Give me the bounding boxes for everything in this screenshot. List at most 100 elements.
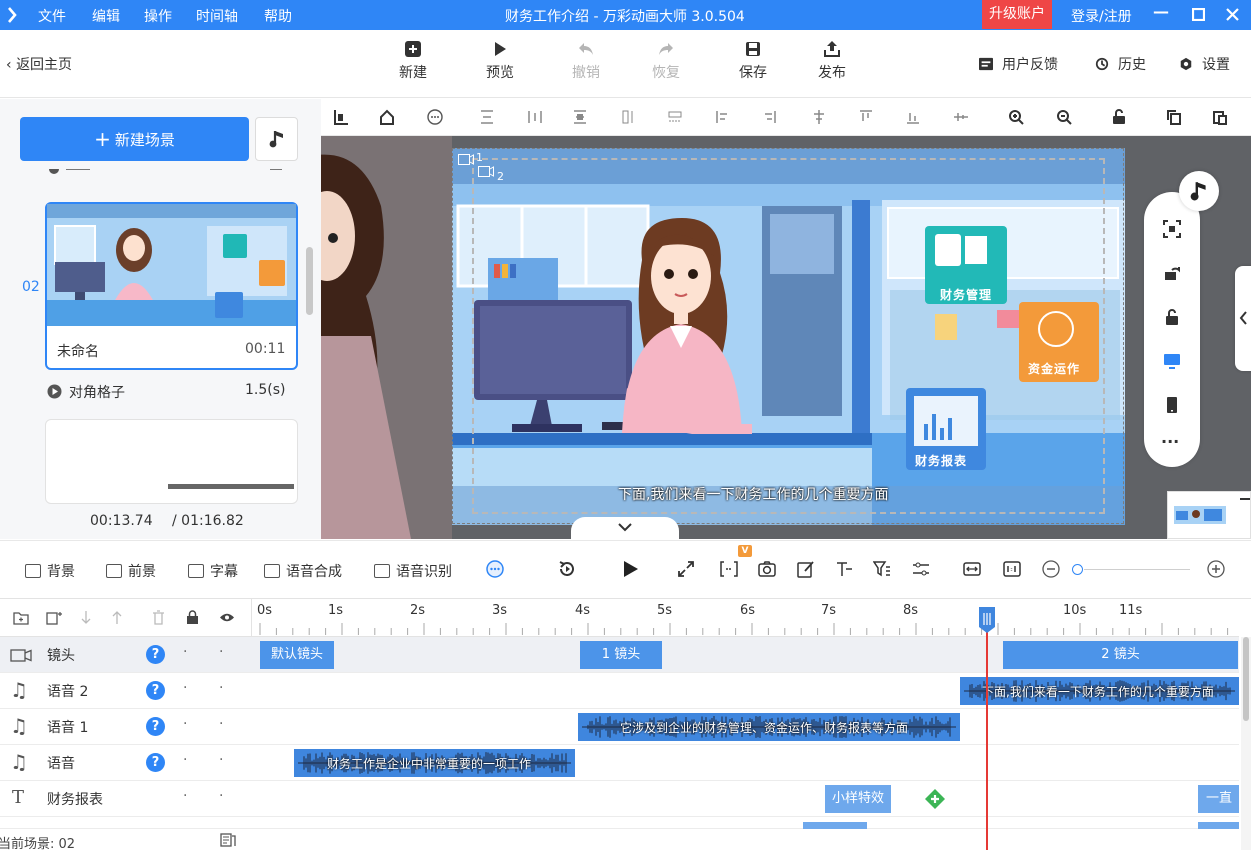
more-circle-icon[interactable] [486,560,504,578]
track-dot[interactable]: · [219,716,223,732]
more-icon[interactable]: ··· [1161,432,1179,451]
track-voice-1[interactable]: ♫ 语音 1 ? · · [0,709,252,745]
camera-clip-1[interactable]: 1 镜头 [580,641,662,669]
track-dot[interactable]: · [183,680,187,696]
time-ruler[interactable]: 0s 1s 2s 3s 4s 5s 6s 7s 8s 10s 11s [252,599,1239,637]
path-icon[interactable] [912,560,930,578]
align-vcenter-icon[interactable] [527,109,543,125]
eye-icon[interactable] [219,612,235,623]
mini-preview[interactable] [1167,491,1251,539]
track-dot[interactable]: · [183,788,187,804]
align-right-icon[interactable] [761,109,777,125]
save-button[interactable]: 保存 [728,40,778,82]
actual-size-icon[interactable] [1003,560,1021,578]
move-down-icon[interactable] [80,610,92,625]
transition-row[interactable]: 对角格子 1.5(s) [47,381,297,401]
align-top-icon[interactable] [479,109,495,125]
menu-edit[interactable]: 编辑 [92,6,120,26]
unlock-icon[interactable] [1111,109,1127,125]
zoom-out-icon[interactable] [1056,109,1072,125]
scene-canvas[interactable]: 财务管理 资金运作 财务报表 1 2 下面,我们来看一下财务工作的几个重要方面 [452,148,1125,525]
publish-button[interactable]: 发布 [807,40,857,82]
fit-screen-icon[interactable] [1163,220,1181,238]
voice-2-clip[interactable]: 下面,我们来看一下财务工作的几个重要方面 [960,677,1239,705]
new-scene-button[interactable]: + 新建场景 [20,117,249,161]
effect-clip[interactable]: 小样特效 [825,785,891,813]
add-track-icon[interactable] [46,611,62,625]
maximize-icon[interactable] [1192,8,1205,21]
camera-clip-2[interactable]: 2 镜头 [1003,641,1238,669]
background-button[interactable]: 背景 [25,561,75,581]
straight-clip[interactable]: 一直 [1198,785,1239,813]
menu-help[interactable]: 帮助 [264,6,292,26]
zoom-in-timeline-icon[interactable] [1207,560,1225,578]
align-top-edge-icon[interactable] [858,109,874,125]
feedback-button[interactable]: 用户反馈 [978,54,1058,74]
preview-button[interactable]: 预览 [475,40,525,82]
more-circle-icon[interactable] [427,109,443,125]
add-folder-icon[interactable] [13,611,29,625]
align-center-icon[interactable] [811,109,827,125]
unlock-icon[interactable] [1163,308,1181,326]
replay-icon[interactable] [558,560,576,578]
portrait-screen-icon[interactable] [1163,396,1181,414]
camera-frame-1[interactable] [452,148,1124,524]
snapshot-icon[interactable] [758,560,776,578]
help-icon[interactable]: ? [146,753,165,772]
play-icon[interactable] [620,559,640,579]
track-dot[interactable]: · [183,644,187,660]
scene-music-button[interactable] [255,117,298,161]
track-dot[interactable]: · [219,680,223,696]
timeline-scrollbar-thumb[interactable] [1243,637,1249,721]
distribute-v-icon[interactable] [667,109,683,125]
scene-card-03[interactable] [45,419,298,504]
track-voice[interactable]: ♫ 语音 ? · · [0,745,252,781]
text-style-icon[interactable] [835,560,853,578]
asr-button[interactable]: 语音识别 [374,561,452,581]
menu-file[interactable]: 文件 [38,6,66,26]
copy-icon[interactable] [1166,109,1182,125]
split-clip-icon[interactable] [720,560,738,578]
lock-icon[interactable] [186,610,199,625]
history-button[interactable]: 历史 [1094,54,1146,74]
minimize-preview-icon[interactable] [1240,498,1250,500]
minimize-icon[interactable]: — [1153,2,1169,21]
help-icon[interactable]: ? [146,681,165,700]
zoom-in-icon[interactable] [1008,109,1024,125]
align-middle-icon[interactable] [953,109,969,125]
zoom-slider-track[interactable] [1084,569,1190,570]
distribute-icon[interactable] [572,109,588,125]
timeline-scrollbar[interactable] [1241,637,1251,850]
stage-music-button[interactable] [1179,171,1219,211]
undo-button[interactable]: 撤销 [561,40,611,82]
landscape-screen-icon[interactable] [1163,352,1181,370]
menu-operate[interactable]: 操作 [144,6,172,26]
move-up-icon[interactable] [111,610,123,625]
fit-timeline-icon[interactable] [963,560,981,578]
track-dot[interactable]: · [183,752,187,768]
zoom-out-timeline-icon[interactable] [1042,560,1060,578]
distribute-h-icon[interactable] [621,109,637,125]
paste-icon[interactable] [1212,109,1228,125]
delete-icon[interactable] [152,610,165,625]
align-tool-icon[interactable] [333,109,349,125]
upgrade-account-button[interactable]: 升级账户 [982,0,1052,29]
align-bottom-edge-icon[interactable] [905,109,921,125]
track-dot[interactable]: · [183,716,187,732]
menu-timeline[interactable]: 时间轴 [196,6,238,26]
new-button[interactable]: 新建 [388,40,438,82]
back-home-button[interactable]: ‹ 返回主页 [6,54,72,74]
redo-button[interactable]: 恢复 [641,40,691,82]
settings-button[interactable]: 设置 [1178,54,1230,74]
caption-button[interactable]: 字幕 [188,561,238,581]
voice-1-row[interactable]: 它涉及到企业的财务管理、资金运作、财务报表等方面 [252,709,1239,745]
voice-1-clip[interactable]: 它涉及到企业的财务管理、资金运作、财务报表等方面 [578,713,960,741]
track-dot[interactable]: · [219,644,223,660]
align-left-icon[interactable] [715,109,731,125]
close-icon[interactable] [1226,8,1239,21]
playhead-handle[interactable] [977,605,997,635]
zoom-slider-handle[interactable] [1072,564,1083,575]
scene-panel-scrollbar[interactable] [306,247,313,315]
camera-row[interactable]: 默认镜头 1 镜头 2 镜头 [252,637,1239,673]
track-financial-statement[interactable]: T 财务报表 · · [0,781,252,817]
